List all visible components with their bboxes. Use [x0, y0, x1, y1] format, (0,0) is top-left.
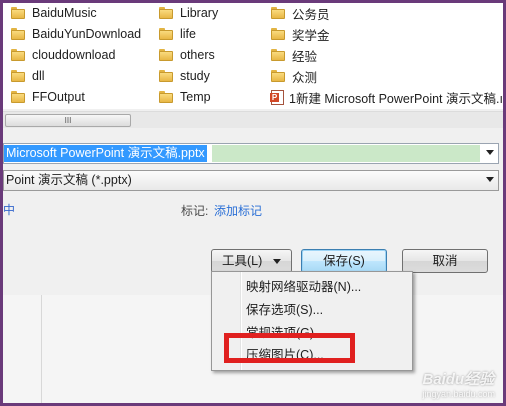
folder-icon: [11, 70, 25, 82]
file-item-label: others: [180, 48, 215, 62]
file-item[interactable]: dll: [11, 66, 45, 86]
file-item-label: clouddownload: [32, 48, 116, 62]
file-item[interactable]: clouddownload: [11, 45, 115, 65]
menu-item-save-options[interactable]: 保存选项(S)...: [246, 300, 323, 320]
tags-label: 标记:: [181, 204, 209, 218]
author-link[interactable]: 中: [3, 201, 15, 218]
file-item-label: BaiduYunDownload: [32, 27, 142, 41]
file-item[interactable]: BaiduYunDownload: [11, 24, 141, 44]
file-item-label: 奖学金: [292, 28, 330, 43]
file-item-label: 众测: [292, 70, 318, 85]
folder-icon: [159, 7, 173, 19]
file-item[interactable]: 众测: [271, 66, 317, 86]
folder-icon: [271, 7, 285, 19]
folder-icon: [11, 7, 25, 19]
cancel-button[interactable]: 取消: [402, 249, 488, 273]
folder-icon: [11, 28, 25, 40]
scrollbar-thumb[interactable]: III: [5, 114, 131, 127]
folder-icon: [159, 91, 173, 103]
file-item[interactable]: life: [159, 24, 196, 44]
chevron-down-icon[interactable]: [486, 177, 494, 182]
highlight-box: [224, 333, 355, 363]
file-item-label: life: [180, 27, 196, 41]
file-item-label: Temp: [180, 90, 211, 104]
powerpoint-file-icon: [270, 89, 284, 105]
file-item-label: study: [180, 69, 210, 83]
file-item[interactable]: 奖学金: [271, 24, 330, 44]
folder-icon: [271, 70, 285, 82]
file-item-label: Library: [180, 6, 219, 20]
file-item-label: 公务员: [292, 7, 330, 22]
file-item[interactable]: others: [159, 45, 215, 65]
folder-icon: [159, 49, 173, 61]
file-item-label: BaiduMusic: [32, 6, 97, 20]
file-item-label: dll: [32, 69, 45, 83]
file-item[interactable]: FFOutput: [11, 87, 85, 107]
chevron-down-icon[interactable]: [486, 150, 494, 155]
file-item[interactable]: Temp: [159, 87, 211, 107]
chevron-down-icon: [273, 259, 281, 264]
file-item[interactable]: BaiduMusic: [11, 3, 97, 23]
filename-value[interactable]: Microsoft PowerPoint 演示文稿.pptx: [4, 145, 207, 162]
file-item[interactable]: 1新建 Microsoft PowerPoint 演示文稿.ı: [270, 87, 503, 107]
tools-button-label: 工具(L): [222, 254, 263, 268]
file-list[interactable]: BaiduMusic BaiduYunDownload clouddownloa…: [3, 3, 503, 109]
file-item-label: FFOutput: [32, 90, 85, 104]
watermark-subtext: jingyan.baidu.com: [422, 389, 495, 399]
tools-button[interactable]: 工具(L): [211, 249, 292, 273]
save-type-select[interactable]: Point 演示文稿 (*.pptx): [3, 170, 499, 191]
file-item[interactable]: study: [159, 66, 210, 86]
save-type-value: Point 演示文稿 (*.pptx): [6, 173, 132, 187]
file-item[interactable]: 经验: [271, 45, 317, 65]
horizontal-scrollbar[interactable]: III: [3, 111, 503, 128]
filename-input[interactable]: Microsoft PowerPoint 演示文稿.pptx: [3, 143, 499, 164]
file-item-label: 经验: [292, 49, 318, 64]
divider: [41, 295, 42, 403]
folder-icon: [271, 28, 285, 40]
file-item-label: 1新建 Microsoft PowerPoint 演示文稿.ı: [289, 91, 503, 106]
file-item[interactable]: Library: [159, 3, 218, 23]
filename-input-tint: [212, 145, 480, 162]
file-item[interactable]: 公务员: [271, 3, 330, 23]
folder-icon: [11, 49, 25, 61]
folder-icon: [159, 70, 173, 82]
folder-icon: [159, 28, 173, 40]
add-tags-link[interactable]: 添加标记: [214, 202, 262, 219]
folder-icon: [271, 49, 285, 61]
folder-icon: [11, 91, 25, 103]
watermark-text: Baidu经验: [422, 371, 495, 388]
save-button[interactable]: 保存(S): [301, 249, 387, 273]
menu-item-map-network-drive[interactable]: 映射网络驱动器(N)...: [246, 277, 361, 297]
watermark: Baidu经验 jingyan.baidu.com: [422, 368, 495, 399]
save-as-dialog: BaiduMusic BaiduYunDownload clouddownloa…: [0, 0, 506, 406]
